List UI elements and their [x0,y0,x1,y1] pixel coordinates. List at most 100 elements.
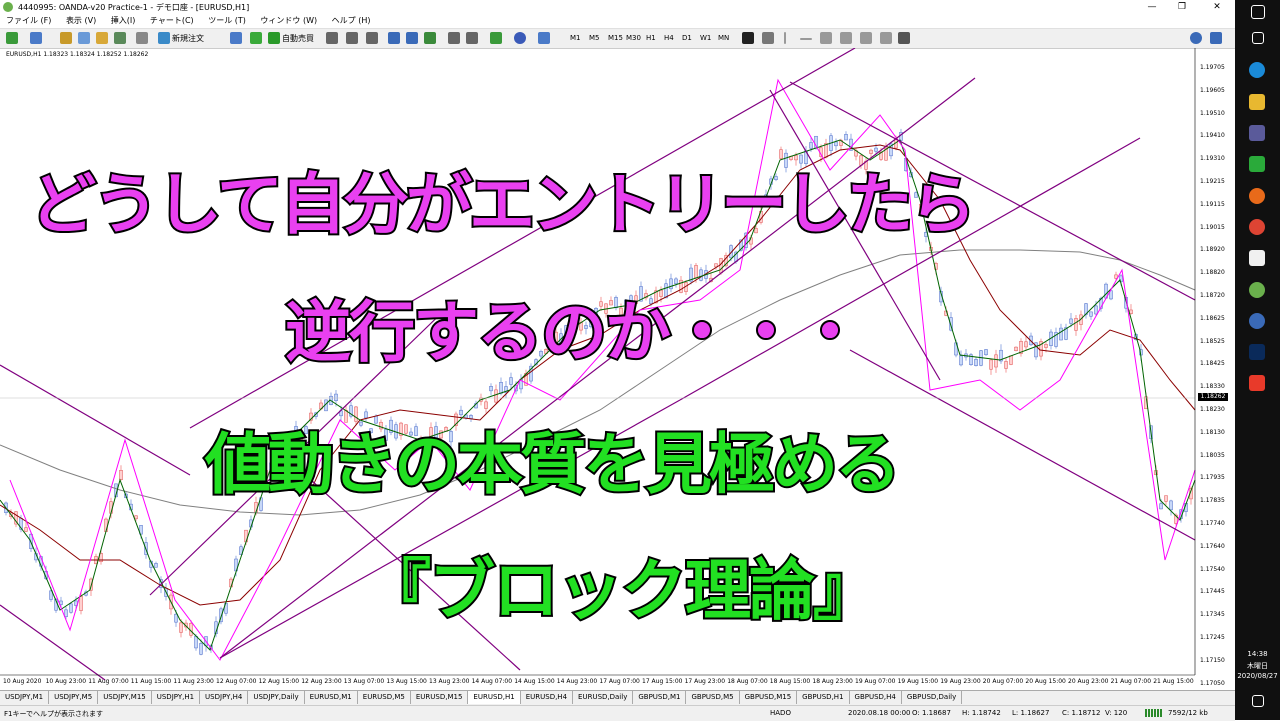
chart-tab[interactable]: USDJPY,M15 [98,691,152,704]
terminal-icon[interactable] [114,32,126,44]
ccleaner-icon[interactable] [1249,375,1265,391]
search-icon[interactable] [1190,32,1202,44]
zoom-in-icon[interactable] [388,32,400,44]
edge-browser-icon[interactable] [1249,62,1265,78]
templates-icon[interactable] [538,32,550,44]
chrome-icon[interactable] [1249,219,1265,235]
candle-body [694,265,698,279]
chart-tab[interactable]: USDJPY,Daily [248,691,305,704]
crosshair-icon[interactable] [762,32,774,44]
close-button[interactable]: ✕ [1205,0,1229,14]
timeframe-mn[interactable]: MN [716,32,731,45]
candle-body [809,142,813,149]
price-axis-label: 1.18525 [1200,337,1225,345]
photoshop-icon[interactable] [1249,344,1265,360]
menu-chart[interactable]: チャート(C) [144,14,200,28]
trendline-icon[interactable] [820,32,832,44]
fibonacci-icon[interactable] [860,32,872,44]
menu-view[interactable]: 表示 (V) [60,14,102,28]
periods-icon[interactable] [514,32,526,44]
horizontal-line-icon[interactable] [800,38,812,40]
chart-tab[interactable]: EURUSD,M15 [411,691,469,704]
caption-line-4: 『ブロック理論』 [363,552,881,629]
tile-windows-icon[interactable] [424,32,436,44]
chart-tab[interactable]: GBPUSD,H4 [850,691,902,704]
candlestick-icon[interactable] [346,32,358,44]
price-axis-label: 1.18920 [1200,246,1225,254]
taskbar-time[interactable]: 14:38 [1235,650,1280,658]
notification-icon[interactable] [1252,695,1264,707]
chart-tab[interactable]: GBPUSD,M1 [633,691,687,704]
chart-tab[interactable]: USDJPY,H1 [152,691,201,704]
timeframe-w1[interactable]: W1 [698,32,713,45]
metaeditor-icon[interactable] [230,32,242,44]
bar-chart-icon[interactable] [326,32,338,44]
chart-shift-icon[interactable] [448,32,460,44]
chart-tab[interactable]: USDJPY,M1 [0,691,50,704]
menu-insert[interactable]: 挿入(I) [105,14,142,28]
menu-file[interactable]: ファイル (F) [0,14,57,28]
timeframe-h1[interactable]: H1 [644,32,658,45]
globe-icon[interactable] [250,32,262,44]
price-axis-label: 1.18330 [1200,383,1225,391]
globe-app-icon[interactable] [1249,313,1265,329]
menu-help[interactable]: ヘルプ (H) [326,14,377,28]
restore-button[interactable]: ❐ [1170,0,1194,14]
auto-trade-button[interactable]: 自動売買 [282,32,314,45]
timeframe-h4[interactable]: H4 [662,32,676,45]
cursor-icon[interactable] [742,32,754,44]
windows-start-icon[interactable] [1251,5,1265,19]
timeframe-d1[interactable]: D1 [680,32,694,45]
timeframe-m1[interactable]: M1 [568,32,583,45]
time-axis-label: 12 Aug 07:00 [216,678,257,685]
chart-tab[interactable]: USDJPY,M5 [49,691,99,704]
new-order-icon[interactable] [158,32,170,44]
autoscroll-icon[interactable] [466,32,478,44]
line-chart-icon[interactable] [366,32,378,44]
firefox-icon[interactable] [1249,188,1265,204]
auto-trade-icon[interactable] [268,32,280,44]
strategy-tester-icon[interactable] [136,32,148,44]
timeframe-m5[interactable]: M5 [587,32,602,45]
timeframe-m30[interactable]: M30 [624,32,643,45]
price-axis-label: 1.19115 [1200,200,1225,208]
timeframe-m15[interactable]: M15 [606,32,625,45]
indicators-icon[interactable] [490,32,502,44]
vertical-line-icon[interactable] [784,32,786,44]
chart-tab[interactable]: GBPUSD,Daily [902,691,963,704]
market-watch-icon[interactable] [60,32,72,44]
app-icon-2[interactable] [1249,250,1265,266]
navigator-icon[interactable] [96,32,108,44]
menu-tools[interactable]: ツール (T) [202,14,252,28]
text-tool-icon[interactable] [880,32,892,44]
new-order-button[interactable]: 新規注文 [172,32,204,45]
oanda-icon[interactable] [1249,282,1265,298]
chart-tab[interactable]: EURUSD,Daily [573,691,634,704]
chart-tab[interactable]: GBPUSD,M15 [740,691,798,704]
file-explorer-icon[interactable] [1249,94,1265,110]
profiles-icon[interactable] [30,32,42,44]
chart-tab[interactable]: EURUSD,H1 [468,691,521,704]
chat-icon[interactable] [1210,32,1222,44]
chart-tab[interactable]: GBPUSD,H1 [797,691,850,704]
chart-tab[interactable]: EURUSD,M5 [358,691,411,704]
minimize-button[interactable]: — [1140,0,1164,14]
arrows-icon[interactable] [898,32,910,44]
price-axis-label: 1.17835 [1200,497,1225,505]
camtasia-icon[interactable] [1249,156,1265,172]
chart-tab[interactable]: EURUSD,H4 [521,691,574,704]
zoom-out-icon[interactable] [406,32,418,44]
candle-body [669,278,673,290]
channel-icon[interactable] [840,32,852,44]
chart-tab[interactable]: GBPUSD,M5 [686,691,740,704]
chart-tab[interactable]: EURUSD,M1 [305,691,358,704]
price-axis-label: 1.18425 [1200,360,1225,368]
app-icon-1[interactable] [1249,125,1265,141]
task-view-icon[interactable] [1252,32,1264,44]
price-axis-label: 1.17245 [1200,634,1225,641]
new-chart-icon[interactable] [6,32,18,44]
chart-tab[interactable]: USDJPY,H4 [200,691,249,704]
menu-window[interactable]: ウィンドウ (W) [254,14,323,28]
caption-line-2: 逆行するのか・・・ [283,294,865,371]
data-window-icon[interactable] [78,32,90,44]
